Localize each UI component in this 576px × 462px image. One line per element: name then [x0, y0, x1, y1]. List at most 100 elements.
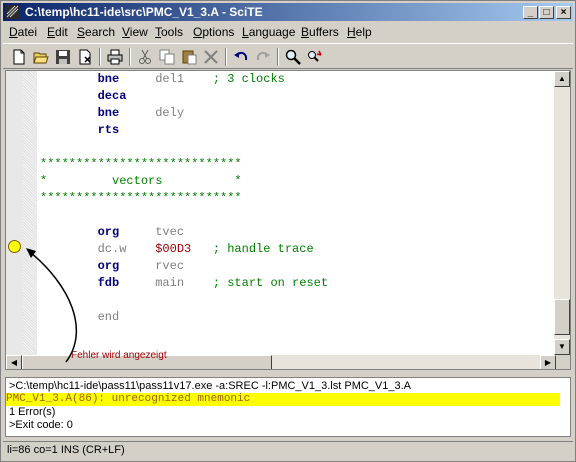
scrollbar-corner	[556, 355, 570, 369]
menu-edit[interactable]: Edit	[47, 25, 68, 39]
menu-buffers[interactable]: Buffers	[301, 25, 339, 39]
output-error-line[interactable]: PMC_V1_3.A(86): unrecognized mnemonic	[6, 393, 560, 406]
cut-icon[interactable]	[135, 47, 155, 67]
scroll-up-arrow-icon[interactable]: ▲	[554, 71, 570, 87]
code-line[interactable]	[40, 139, 328, 156]
code-line[interactable]: bne dely	[40, 105, 328, 122]
scroll-left-arrow-icon[interactable]: ◀	[6, 355, 22, 369]
maximize-button[interactable]: □	[539, 6, 554, 19]
code-comment: * vectors *	[40, 174, 242, 188]
menu-datei[interactable]: Datei	[9, 25, 37, 39]
close-button[interactable]: ×	[556, 6, 571, 19]
find-icon[interactable]	[283, 47, 303, 67]
code-mnemonic: bne	[97, 106, 156, 120]
code-mnemonic: deca	[97, 89, 156, 103]
code-mnemonic: org	[97, 225, 156, 239]
code-line[interactable]: rts	[40, 122, 328, 139]
code-operand: del1	[155, 72, 213, 86]
scite-app-icon	[6, 5, 20, 19]
menu-search[interactable]: Search	[77, 25, 115, 39]
window-title: C:\temp\hc11-ide\src\PMC_V1_3.A - SciTE	[25, 5, 263, 19]
code-line[interactable]: ****************************	[40, 156, 328, 173]
paste-icon[interactable]	[179, 47, 199, 67]
code-mnemonic	[98, 208, 156, 222]
editor-pane[interactable]: bne del1 ; 3 clocks deca bne dely rts **…	[5, 70, 571, 370]
code-mnemonic: end	[97, 310, 156, 324]
code-mnemonic: org	[97, 259, 156, 273]
code-mnemonic: dc.w	[97, 242, 156, 256]
code-line[interactable]: bne del1 ; 3 clocks	[40, 71, 328, 88]
code-operand: dely	[155, 106, 213, 120]
code-mnemonic	[98, 293, 156, 307]
code-line[interactable]: org tvec	[40, 224, 328, 241]
scroll-right-arrow-icon[interactable]: ▶	[540, 355, 556, 369]
code-line[interactable]: end	[40, 309, 328, 326]
code-comment: ****************************	[40, 157, 242, 171]
print-icon[interactable]	[105, 47, 125, 67]
toolbar-separator	[129, 48, 131, 66]
code-operand	[155, 293, 213, 307]
code-operand: rvec	[155, 259, 213, 273]
copy-icon[interactable]	[157, 47, 177, 67]
code-operand: main	[155, 276, 213, 290]
menu-tools[interactable]: Tools	[155, 25, 183, 39]
replace-icon[interactable]	[305, 47, 325, 67]
menu-help[interactable]: Help	[347, 25, 372, 39]
code-line[interactable]	[40, 292, 328, 309]
toolbar-separator	[225, 48, 227, 66]
menu-language[interactable]: Language	[242, 25, 295, 39]
code-line[interactable]	[40, 207, 328, 224]
fold-margin[interactable]	[23, 71, 37, 355]
new-file-icon[interactable]	[9, 47, 29, 67]
delete-icon[interactable]	[201, 47, 221, 67]
code-comment: ****************************	[40, 191, 242, 205]
menu-bar: Datei Edit Search View Tools Options Lan…	[3, 23, 573, 42]
code-line[interactable]: dc.w $00D3 ; handle trace	[40, 241, 328, 258]
minimize-button[interactable]: _	[523, 6, 538, 19]
code-mnemonic: fdb	[97, 276, 156, 290]
code-operand	[155, 89, 213, 103]
code-line[interactable]: fdb main ; start on reset	[40, 275, 328, 292]
save-icon[interactable]	[53, 47, 73, 67]
code-comment: ; handle trace	[212, 242, 314, 256]
code-line[interactable]: deca	[40, 88, 328, 105]
status-text: li=86 co=1 INS (CR+LF)	[7, 444, 125, 456]
close-file-icon[interactable]	[75, 47, 95, 67]
code-comment: ; start on reset	[212, 276, 329, 290]
redo-icon[interactable]	[253, 47, 273, 67]
menu-options[interactable]: Options	[193, 25, 234, 39]
output-error-count: 1 Error(s)	[9, 406, 56, 418]
code-comment: ; 3 clocks	[212, 72, 285, 86]
code-operand	[155, 310, 213, 324]
open-file-icon[interactable]	[31, 47, 51, 67]
code-line[interactable]: ****************************	[40, 190, 328, 207]
error-marker-icon	[8, 240, 21, 253]
code-mnemonic	[98, 140, 156, 154]
vertical-scroll-thumb[interactable]	[554, 299, 570, 335]
output-command-line: >C:\temp\hc11-ide\pass11\pass11v17.exe -…	[9, 380, 411, 392]
menu-view[interactable]: View	[122, 25, 148, 39]
code-line[interactable]: * vectors *	[40, 173, 328, 190]
code-operand: $00D3	[155, 242, 213, 256]
code-operand	[155, 140, 213, 154]
code-area[interactable]: bne del1 ; 3 clocks deca bne dely rts **…	[40, 71, 328, 326]
toolbar	[3, 43, 573, 69]
undo-icon[interactable]	[231, 47, 251, 67]
code-line[interactable]: org rvec	[40, 258, 328, 275]
code-mnemonic: rts	[97, 123, 156, 137]
marker-margin[interactable]	[6, 71, 23, 355]
code-operand	[155, 208, 213, 222]
code-operand	[155, 123, 213, 137]
scite-window: C:\temp\hc11-ide\src\PMC_V1_3.A - SciTE …	[0, 0, 576, 462]
code-operand: tvec	[155, 225, 213, 239]
scroll-down-arrow-icon[interactable]: ▼	[554, 339, 570, 355]
output-exit-code: >Exit code: 0	[9, 419, 73, 431]
title-bar: C:\temp\hc11-ide\src\PMC_V1_3.A - SciTE …	[3, 3, 573, 21]
code-mnemonic: bne	[97, 72, 156, 86]
vertical-scrollbar[interactable]: ▲ ▼	[554, 71, 570, 355]
status-bar: li=86 co=1 INS (CR+LF)	[3, 441, 573, 459]
toolbar-separator	[277, 48, 279, 66]
toolbar-separator	[99, 48, 101, 66]
error-annotation: Fehler wird angezeigt	[71, 350, 167, 361]
output-pane[interactable]: >C:\temp\hc11-ide\pass11\pass11v17.exe -…	[5, 377, 571, 437]
